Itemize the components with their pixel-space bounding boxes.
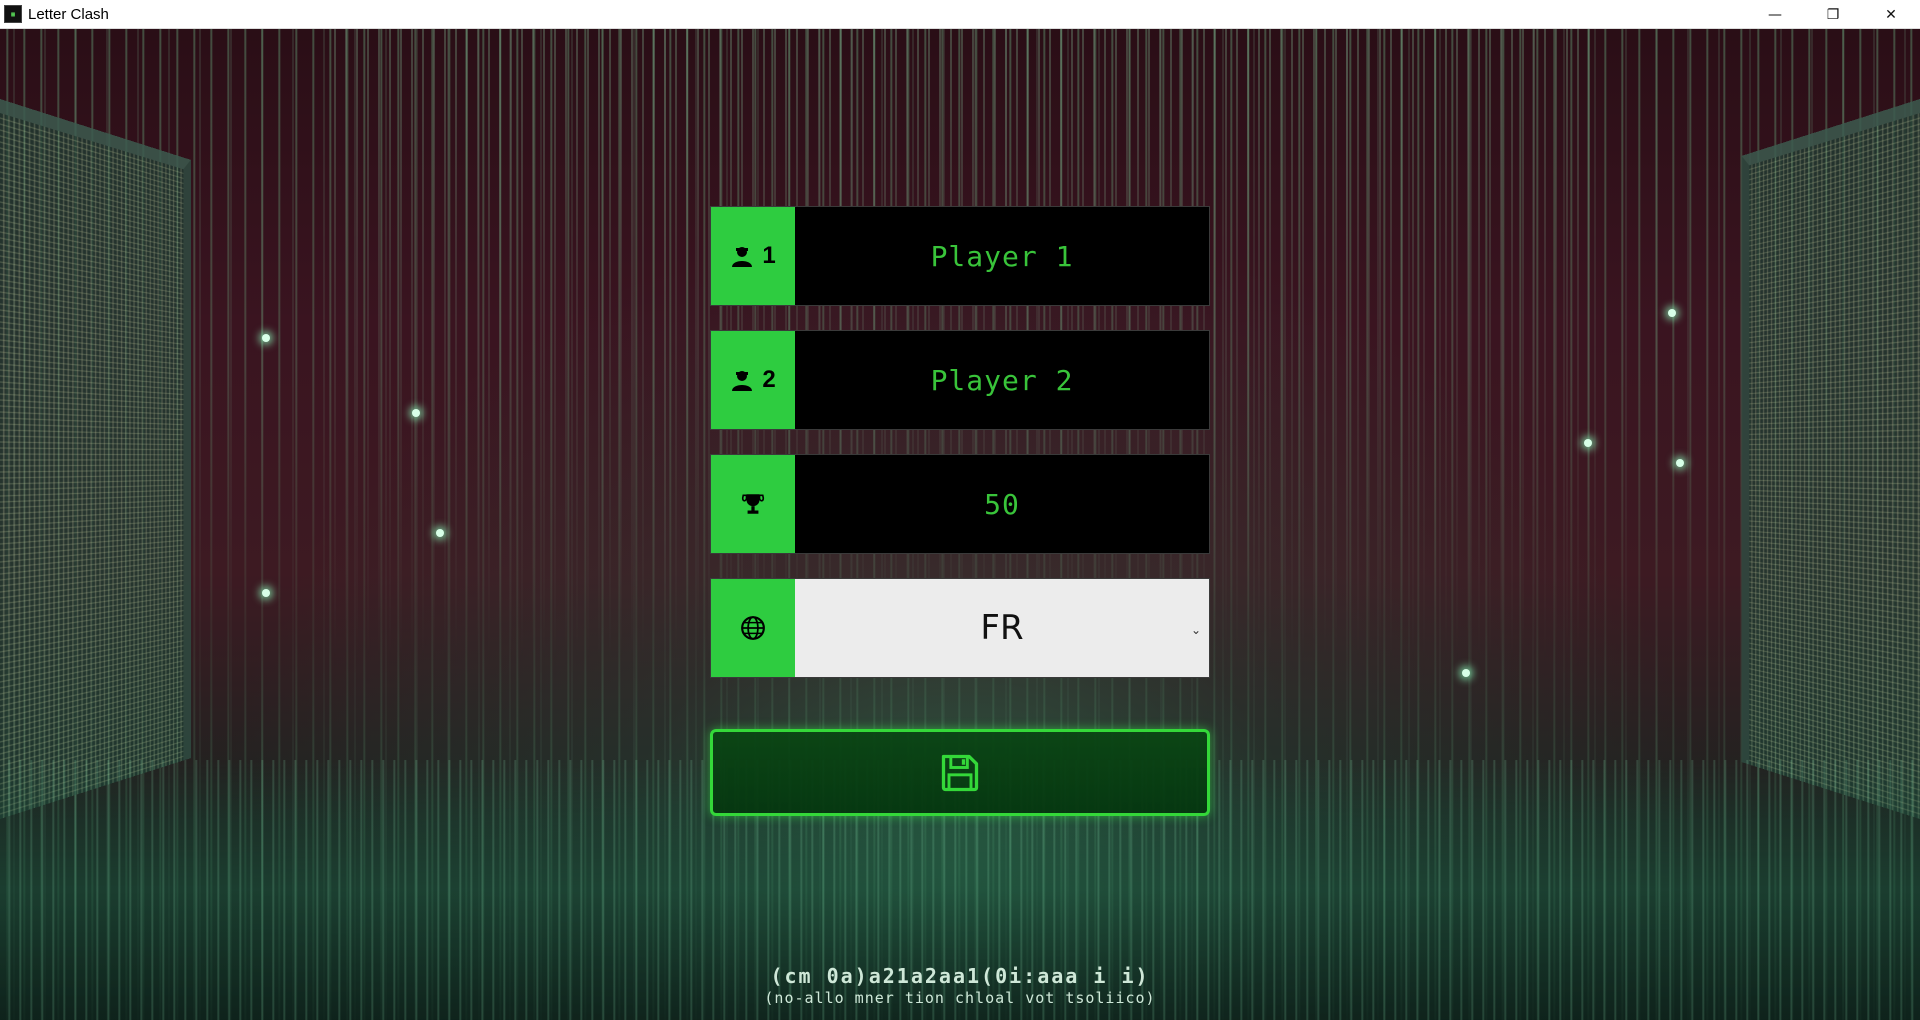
window-title: Letter Clash [28, 5, 109, 23]
right-code-panel [1741, 99, 1920, 819]
globe-icon [741, 616, 765, 640]
target-score-row: 50 [710, 454, 1210, 554]
footer-code-line-1: (cm 0a)a21a2aa1(0i:aaa i i) [770, 964, 1150, 988]
footer-code-line-2: (no-allo mner tion chloal vot tsoliico) [764, 989, 1156, 1007]
player2-row: 2 Player 2 [710, 330, 1210, 430]
player2-name-input[interactable]: Player 2 [795, 331, 1209, 429]
player1-row: 1 Player 1 [710, 206, 1210, 306]
chevron-down-icon: ⌄ [1190, 623, 1201, 637]
trophy-icon [741, 494, 765, 514]
target-score-label [711, 455, 795, 553]
player1-name-input[interactable]: Player 1 [795, 207, 1209, 305]
settings-form: 1 Player 1 2 Player 2 50 FR ⌄ [710, 206, 1210, 702]
minimize-button[interactable]: — [1746, 0, 1804, 29]
glow-dot [1462, 669, 1470, 677]
floppy-disk-icon [941, 754, 979, 791]
glow-dot [412, 409, 420, 417]
app-icon: ▦ [4, 5, 22, 23]
player2-label: 2 [711, 331, 795, 429]
glow-dot [1584, 439, 1592, 447]
glow-dot [1668, 309, 1676, 317]
user-icon [732, 371, 753, 391]
player2-number: 2 [762, 366, 776, 393]
close-button[interactable]: ✕ [1862, 0, 1920, 29]
user-icon [732, 247, 753, 267]
target-score-input[interactable]: 50 [795, 455, 1209, 553]
left-code-panel [0, 99, 191, 819]
language-label [711, 579, 795, 677]
player1-label: 1 [711, 207, 795, 305]
language-select[interactable]: FR ⌄ [795, 579, 1209, 677]
glow-dot [262, 334, 270, 342]
restore-button[interactable]: ❐ [1804, 0, 1862, 29]
language-selected-value: FR [980, 608, 1024, 648]
language-row: FR ⌄ [710, 578, 1210, 678]
window-controls: — ❐ ✕ [1746, 0, 1920, 29]
player1-number: 1 [762, 242, 776, 269]
save-button[interactable] [710, 729, 1210, 816]
glow-dot [436, 529, 444, 537]
glow-dot [1676, 459, 1684, 467]
glow-dot [262, 589, 270, 597]
title-bar: ▦ Letter Clash — ❐ ✕ [0, 0, 1920, 29]
